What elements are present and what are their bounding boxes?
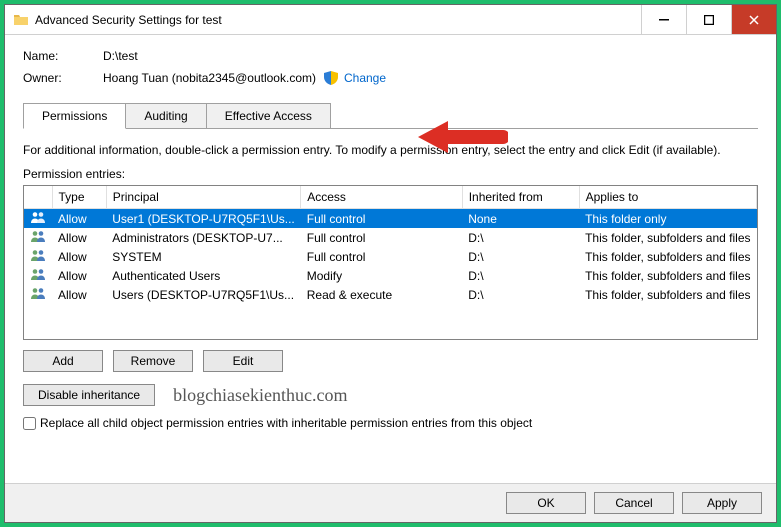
owner-value: Hoang Tuan (nobita2345@outlook.com) <box>103 71 316 85</box>
cell-inherited: None <box>462 209 579 229</box>
table-row[interactable]: AllowAdministrators (DESKTOP-U7...Full c… <box>24 228 757 247</box>
table-row[interactable]: AllowSYSTEMFull controlD:\This folder, s… <box>24 247 757 266</box>
tab-permissions[interactable]: Permissions <box>23 103 126 129</box>
dialog-buttons: OK Cancel Apply <box>5 483 776 522</box>
cell-type: Allow <box>52 228 106 247</box>
disable-inheritance-button[interactable]: Disable inheritance <box>23 384 155 406</box>
shield-icon <box>324 71 338 85</box>
cell-type: Allow <box>52 285 106 304</box>
cell-applies: This folder only <box>579 209 756 229</box>
name-label: Name: <box>23 49 103 63</box>
col-applies[interactable]: Applies to <box>579 186 756 209</box>
apply-button[interactable]: Apply <box>682 492 762 514</box>
cell-inherited: D:\ <box>462 247 579 266</box>
cell-access: Read & execute <box>301 285 462 304</box>
table-row[interactable]: AllowUsers (DESKTOP-U7RQ5F1\Us...Read & … <box>24 285 757 304</box>
table-row[interactable]: AllowUser1 (DESKTOP-U7RQ5F1\Us...Full co… <box>24 209 757 229</box>
window-title: Advanced Security Settings for test <box>35 13 641 27</box>
table-row[interactable]: AllowAuthenticated UsersModifyD:\This fo… <box>24 266 757 285</box>
tabs: Permissions Auditing Effective Access <box>23 103 758 129</box>
replace-checkbox-label: Replace all child object permission entr… <box>40 416 532 430</box>
remove-button[interactable]: Remove <box>113 350 193 372</box>
cell-access: Full control <box>301 247 462 266</box>
cell-applies: This folder, subfolders and files <box>579 285 756 304</box>
cell-inherited: D:\ <box>462 228 579 247</box>
col-inherited[interactable]: Inherited from <box>462 186 579 209</box>
cell-applies: This folder, subfolders and files <box>579 228 756 247</box>
cell-type: Allow <box>52 247 106 266</box>
cell-type: Allow <box>52 266 106 285</box>
col-icon[interactable] <box>24 186 52 209</box>
content-area: Name: D:\test Owner: Hoang Tuan (nobita2… <box>5 35 776 483</box>
col-type[interactable]: Type <box>52 186 106 209</box>
cell-principal: SYSTEM <box>106 247 300 266</box>
ok-button[interactable]: OK <box>506 492 586 514</box>
owner-label: Owner: <box>23 71 103 85</box>
cell-applies: This folder, subfolders and files <box>579 266 756 285</box>
minimize-button[interactable] <box>641 5 686 34</box>
tab-effective-access[interactable]: Effective Access <box>206 103 331 128</box>
cell-applies: This folder, subfolders and files <box>579 247 756 266</box>
maximize-button[interactable] <box>686 5 731 34</box>
cell-principal: Users (DESKTOP-U7RQ5F1\Us... <box>106 285 300 304</box>
titlebar: Advanced Security Settings for test <box>5 5 776 35</box>
cell-principal: Administrators (DESKTOP-U7... <box>106 228 300 247</box>
entries-label: Permission entries: <box>23 167 758 181</box>
col-principal[interactable]: Principal <box>106 186 300 209</box>
users-icon <box>24 209 52 229</box>
add-button[interactable]: Add <box>23 350 103 372</box>
replace-checkbox[interactable] <box>23 417 36 430</box>
tab-info-text: For additional information, double-click… <box>23 143 758 157</box>
col-access[interactable]: Access <box>301 186 462 209</box>
tab-auditing[interactable]: Auditing <box>125 103 206 128</box>
users-icon <box>24 247 52 266</box>
window-controls <box>641 5 776 34</box>
change-owner-link[interactable]: Change <box>344 71 386 85</box>
users-icon <box>24 228 52 247</box>
permission-entries-table[interactable]: Type Principal Access Inherited from App… <box>23 185 758 340</box>
replace-checkbox-row[interactable]: Replace all child object permission entr… <box>23 416 758 430</box>
cell-principal: User1 (DESKTOP-U7RQ5F1\Us... <box>106 209 300 229</box>
cell-access: Full control <box>301 228 462 247</box>
name-value: D:\test <box>103 49 138 63</box>
cell-principal: Authenticated Users <box>106 266 300 285</box>
cell-inherited: D:\ <box>462 266 579 285</box>
users-icon <box>24 285 52 304</box>
cell-inherited: D:\ <box>462 285 579 304</box>
cell-access: Full control <box>301 209 462 229</box>
cell-access: Modify <box>301 266 462 285</box>
close-button[interactable] <box>731 5 776 34</box>
folder-icon <box>13 12 29 28</box>
edit-button[interactable]: Edit <box>203 350 283 372</box>
cell-type: Allow <box>52 209 106 229</box>
users-icon <box>24 266 52 285</box>
cancel-button[interactable]: Cancel <box>594 492 674 514</box>
watermark-text: blogchiasekienthuc.com <box>173 385 347 406</box>
window: Advanced Security Settings for test Name… <box>4 4 777 523</box>
